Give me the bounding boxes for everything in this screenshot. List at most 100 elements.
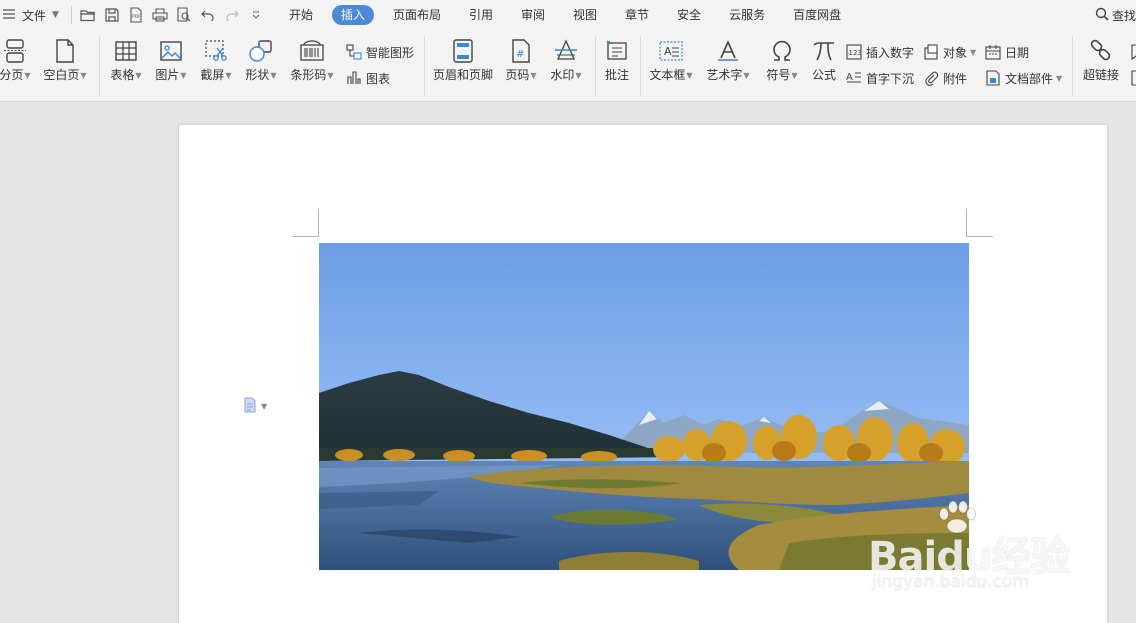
search-button[interactable]: 查找 [1095,0,1136,30]
word-art-button[interactable]: 艺术字▼ [702,34,754,83]
file-menu[interactable]: 文件 ▼ [0,0,67,30]
hamburger-icon [2,8,16,23]
redo-icon[interactable] [220,4,244,26]
insert-number-label: 插入数字 [866,45,915,60]
object-icon [922,43,940,61]
print-preview-icon[interactable] [172,4,196,26]
text-box-icon: A [656,34,686,68]
comment-label: 批注 [604,68,629,82]
svg-text:PDF: PDF [132,14,141,20]
svg-text:123: 123 [849,49,862,57]
text-box-label: 文本框 [649,68,686,82]
smart-graphic-label: 智能图形 [366,45,415,60]
table-button[interactable]: 表格▼ [106,34,146,83]
drop-cap-button[interactable]: A 首字下沉 [845,69,914,87]
header-footer-button[interactable]: 页眉和页脚 [430,34,496,82]
page-break-button[interactable]: 分页▼ [0,34,34,83]
tab-view[interactable]: 视图 [564,5,606,25]
symbol-button[interactable]: 符号▼ [762,34,802,83]
bookmark-icon [1126,43,1136,61]
dropdown-arrow-icon: ▼ [791,71,798,80]
barcode-icon [297,34,327,68]
cross-reference-icon [1126,69,1136,87]
header-footer-label: 页眉和页脚 [432,68,493,82]
print-icon[interactable] [148,4,172,26]
word-art-icon [713,34,743,68]
quick-access-toolbar: PDF [76,0,268,30]
scissors-icon [201,34,231,68]
insert-number-button[interactable]: 123 插入数字 [845,43,914,61]
smart-graphic-button[interactable]: 智能图形 [345,43,414,61]
smart-graphic-icon [345,43,363,61]
tab-security[interactable]: 安全 [668,5,710,25]
omega-icon [767,34,797,68]
comment-icon [602,34,632,68]
ribbon-tabs: 开始 插入 页面布局 引用 审阅 视图 章节 安全 云服务 百度网盘 [280,0,860,30]
shape-icon [246,34,276,68]
picture-button[interactable]: 图片▼ [151,34,191,83]
tab-page-layout[interactable]: 页面布局 [384,5,450,25]
dropdown-arrow-icon: ▼ [530,71,537,80]
pi-icon [809,34,839,68]
bookmark-button[interactable] [1126,43,1136,61]
word-art-label: 艺术字 [706,68,743,82]
tab-chapter[interactable]: 章节 [616,5,658,25]
customize-toolbar-icon[interactable] [244,4,268,26]
calendar-icon [984,43,1002,61]
blank-page-button[interactable]: 空白页▼ [40,34,90,83]
barcode-button[interactable]: 条形码▼ [287,34,337,83]
chart-button[interactable]: 图表 [345,69,390,87]
paragraph-layout-button[interactable]: ▼ [243,397,267,416]
divider [70,6,72,24]
table-icon [111,34,141,68]
tab-home[interactable]: 开始 [280,5,322,25]
insert-ribbon: 分页▼ 空白页▼ 表格▼ 图片▼ 截屏▼ 形状▼ 条形码▼ 智能图形 图表 页眉… [0,30,1136,102]
divider [1072,36,1073,96]
save-icon[interactable] [100,4,124,26]
divider [595,36,596,96]
watermark-url: jingyan.baidu.com [872,572,1029,592]
blank-page-icon [50,34,80,68]
dropdown-arrow-icon: ▼ [1056,73,1063,83]
doc-parts-label: 文档部件 [1005,71,1054,86]
tab-review[interactable]: 审阅 [512,5,554,25]
barcode-label: 条形码 [290,68,327,82]
dropdown-arrow-icon: ▼ [575,71,582,80]
object-label: 对象 [943,45,968,60]
doc-parts-button[interactable]: 文档部件 ▼ [984,69,1062,87]
menu-bar: 文件 ▼ PDF 开始 插入 页面布局 引用 审阅 视图 章节 安全 云服务 百… [0,0,1136,30]
divider [99,36,100,96]
shape-label: 形状 [245,68,270,82]
dropdown-arrow-icon: ▼ [24,71,31,80]
blank-page-label: 空白页 [43,68,80,82]
hyperlink-button[interactable]: 超链接 [1078,34,1124,82]
open-folder-icon[interactable] [76,4,100,26]
tab-cloud-service[interactable]: 云服务 [720,5,774,25]
search-label: 查找 [1111,8,1136,23]
shape-button[interactable]: 形状▼ [241,34,281,83]
text-box-button[interactable]: A 文本框▼ [646,34,696,83]
watermark-button[interactable]: 水印▼ [546,34,586,83]
date-button[interactable]: 日期 [984,43,1029,61]
attachment-button[interactable]: 附件 [922,69,967,87]
link-icon [1086,34,1116,68]
drop-cap-icon: A [845,69,863,87]
comment-button[interactable]: 批注 [600,34,634,82]
doc-parts-icon [984,69,1002,87]
undo-icon[interactable] [196,4,220,26]
tab-insert[interactable]: 插入 [331,5,374,25]
object-button[interactable]: 对象 ▼ [922,43,976,61]
tab-baidu-netdisk[interactable]: 百度网盘 [784,5,850,25]
screenshot-button[interactable]: 截屏▼ [196,34,236,83]
page-break-icon [0,34,30,68]
export-pdf-icon[interactable]: PDF [124,4,148,26]
dropdown-arrow-icon: ▼ [135,71,142,80]
formula-button[interactable]: 公式 [806,34,842,82]
screenshot-label: 截屏 [200,68,225,82]
cross-reference-button[interactable] [1126,69,1136,87]
page-number-button[interactable]: # 页码▼ [501,34,541,83]
divider [424,36,425,96]
tab-references[interactable]: 引用 [460,5,502,25]
picture-label: 图片 [155,68,180,82]
dropdown-arrow-icon: ▼ [180,71,187,80]
